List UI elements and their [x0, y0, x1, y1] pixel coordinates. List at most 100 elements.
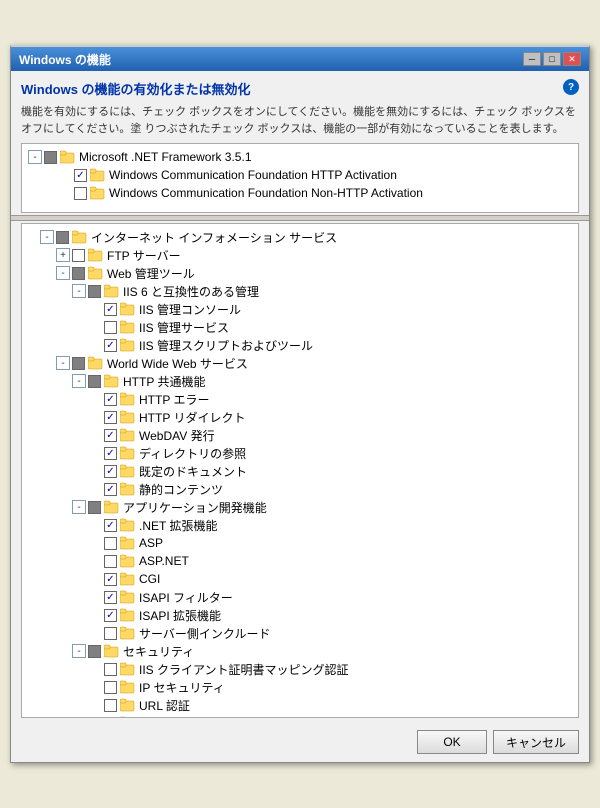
folder-icon-iis6-compat [104, 284, 120, 298]
dotnet-expander[interactable]: - [28, 150, 42, 164]
tree-item-ftp[interactable]: + FTP サーバー [24, 246, 576, 264]
checkbox-asp[interactable] [104, 537, 117, 550]
tree-item-security[interactable]: - セキュリティ [24, 642, 576, 660]
tree-item-static-content[interactable]: 静的コンテンツ [24, 480, 576, 498]
tree-item-http-redirect[interactable]: HTTP リダイレクト [24, 408, 576, 426]
label-isapi-ext: ISAPI 拡張機能 [139, 607, 221, 624]
tree-item-www-services[interactable]: - World Wide Web サービス [24, 354, 576, 372]
checkbox-iis6-compat[interactable] [88, 285, 101, 298]
tree-item-http-common[interactable]: - HTTP 共通機能 [24, 372, 576, 390]
tree-item-cgi[interactable]: CGI [24, 570, 576, 588]
expander-www-services[interactable]: - [56, 356, 70, 370]
checkbox-iis-mgmt-console[interactable] [104, 303, 117, 316]
expander-app-dev[interactable]: - [72, 500, 86, 514]
label-cgi: CGI [139, 572, 160, 586]
checkbox-static-content[interactable] [104, 483, 117, 496]
checkbox-net-ext[interactable] [104, 519, 117, 532]
tree-item-server-include[interactable]: サーバー側インクルード [24, 624, 576, 642]
wcf-http-label: Windows Communication Foundation HTTP Ac… [109, 168, 397, 182]
tree-item-iis-client-cert[interactable]: IIS クライアント証明書マッピング認証 [24, 660, 576, 678]
expander-internet-info[interactable]: - [40, 230, 54, 244]
expander-spacer-iis-client-cert [88, 662, 102, 676]
tree-item-dir-browse[interactable]: ディレクトリの参照 [24, 444, 576, 462]
tree-item-iis6-compat[interactable]: - IIS 6 と互換性のある管理 [24, 282, 576, 300]
ok-button[interactable]: OK [417, 730, 487, 754]
checkbox-http-redirect[interactable] [104, 411, 117, 424]
wcf-nonhttp-item[interactable]: Windows Communication Foundation Non-HTT… [26, 184, 574, 202]
tree-item-isapi-filter[interactable]: ISAPI フィルター [24, 588, 576, 606]
tree-item-net-ext[interactable]: .NET 拡張機能 [24, 516, 576, 534]
tree-item-iis-mgmt-scripts[interactable]: IIS 管理スクリプトおよびツール [24, 336, 576, 354]
expander-security[interactable]: - [72, 644, 86, 658]
folder-icon-isapi-ext [120, 608, 136, 622]
tree-item-http-errors[interactable]: HTTP エラー [24, 390, 576, 408]
checkbox-iis-mgmt-service[interactable] [104, 321, 117, 334]
checkbox-default-doc[interactable] [104, 465, 117, 478]
tree-item-url-auth[interactable]: URL 認証 [24, 696, 576, 714]
checkbox-isapi-filter[interactable] [104, 591, 117, 604]
checkbox-server-include[interactable] [104, 627, 117, 640]
tree-item-aspnet[interactable]: ASP.NET [24, 552, 576, 570]
checkbox-internet-info[interactable] [56, 231, 69, 244]
titlebar-buttons: ─ □ ✕ [523, 52, 581, 66]
tree-item-app-dev[interactable]: - アプリケーション開発機能 [24, 498, 576, 516]
tree-item-default-doc[interactable]: 既定のドキュメント [24, 462, 576, 480]
checkbox-webdav[interactable] [104, 429, 117, 442]
folder-icon-iis-mgmt-console [120, 302, 136, 316]
checkbox-http-errors[interactable] [104, 393, 117, 406]
expander-spacer-cgi [88, 572, 102, 586]
checkbox-windows-auth[interactable] [104, 717, 117, 719]
close-button[interactable]: ✕ [563, 52, 581, 66]
tree-item-windows-auth[interactable]: Windows 認証 [24, 714, 576, 718]
expander-ftp[interactable]: + [56, 248, 70, 262]
minimize-button[interactable]: ─ [523, 52, 541, 66]
wcf-nonhttp-checkbox[interactable] [74, 187, 87, 200]
expander-spacer-net-ext [88, 518, 102, 532]
checkbox-iis-client-cert[interactable] [104, 663, 117, 676]
checkbox-ip-security[interactable] [104, 681, 117, 694]
help-icon[interactable]: ? [563, 79, 579, 95]
expander-iis6-compat[interactable]: - [72, 284, 86, 298]
checkbox-cgi[interactable] [104, 573, 117, 586]
folder-icon-static-content [120, 482, 136, 496]
label-iis-mgmt-console: IIS 管理コンソール [139, 301, 241, 318]
tree-item-web-mgmt[interactable]: - Web 管理ツール [24, 264, 576, 282]
tree-item-isapi-ext[interactable]: ISAPI 拡張機能 [24, 606, 576, 624]
checkbox-ftp[interactable] [72, 249, 85, 262]
tree-item-ip-security[interactable]: IP セキュリティ [24, 678, 576, 696]
expander-web-mgmt[interactable]: - [56, 266, 70, 280]
tree-item-iis-mgmt-console[interactable]: IIS 管理コンソール [24, 300, 576, 318]
checkbox-app-dev[interactable] [88, 501, 101, 514]
tree-item-webdav[interactable]: WebDAV 発行 [24, 426, 576, 444]
checkbox-url-auth[interactable] [104, 699, 117, 712]
restore-button[interactable]: □ [543, 52, 561, 66]
checkbox-web-mgmt[interactable] [72, 267, 85, 280]
tree-item-asp[interactable]: ASP [24, 534, 576, 552]
expander-http-common[interactable]: - [72, 374, 86, 388]
checkbox-isapi-ext[interactable] [104, 609, 117, 622]
label-asp: ASP [139, 536, 163, 550]
label-net-ext: .NET 拡張機能 [139, 517, 217, 534]
expander-spacer-isapi-filter [88, 590, 102, 604]
tree-item-internet-info[interactable]: - インターネット インフォメーション サービス [24, 228, 576, 246]
dotnet-checkbox[interactable] [44, 151, 57, 164]
tree-panel[interactable]: - インターネット インフォメーション サービス+ FTP サーバー- Web … [21, 223, 579, 718]
label-windows-auth: Windows 認証 [139, 715, 215, 719]
dotnet-framework-item[interactable]: - Microsoft .NET Framework 3.5.1 [26, 148, 574, 166]
folder-icon-http-common [104, 374, 120, 388]
checkbox-dir-browse[interactable] [104, 447, 117, 460]
checkbox-aspnet[interactable] [104, 555, 117, 568]
checkbox-www-services[interactable] [72, 357, 85, 370]
cancel-button[interactable]: キャンセル [493, 730, 579, 754]
checkbox-iis-mgmt-scripts[interactable] [104, 339, 117, 352]
folder-icon-http-errors [120, 392, 136, 406]
label-isapi-filter: ISAPI フィルター [139, 589, 233, 606]
tree-item-iis-mgmt-service[interactable]: IIS 管理サービス [24, 318, 576, 336]
wcf-http-checkbox[interactable] [74, 169, 87, 182]
wcf-http-item[interactable]: Windows Communication Foundation HTTP Ac… [26, 166, 574, 184]
label-iis-client-cert: IIS クライアント証明書マッピング認証 [139, 661, 349, 678]
checkbox-security[interactable] [88, 645, 101, 658]
expander-spacer-webdav [88, 428, 102, 442]
folder-icon-iis-mgmt-scripts [120, 338, 136, 352]
checkbox-http-common[interactable] [88, 375, 101, 388]
